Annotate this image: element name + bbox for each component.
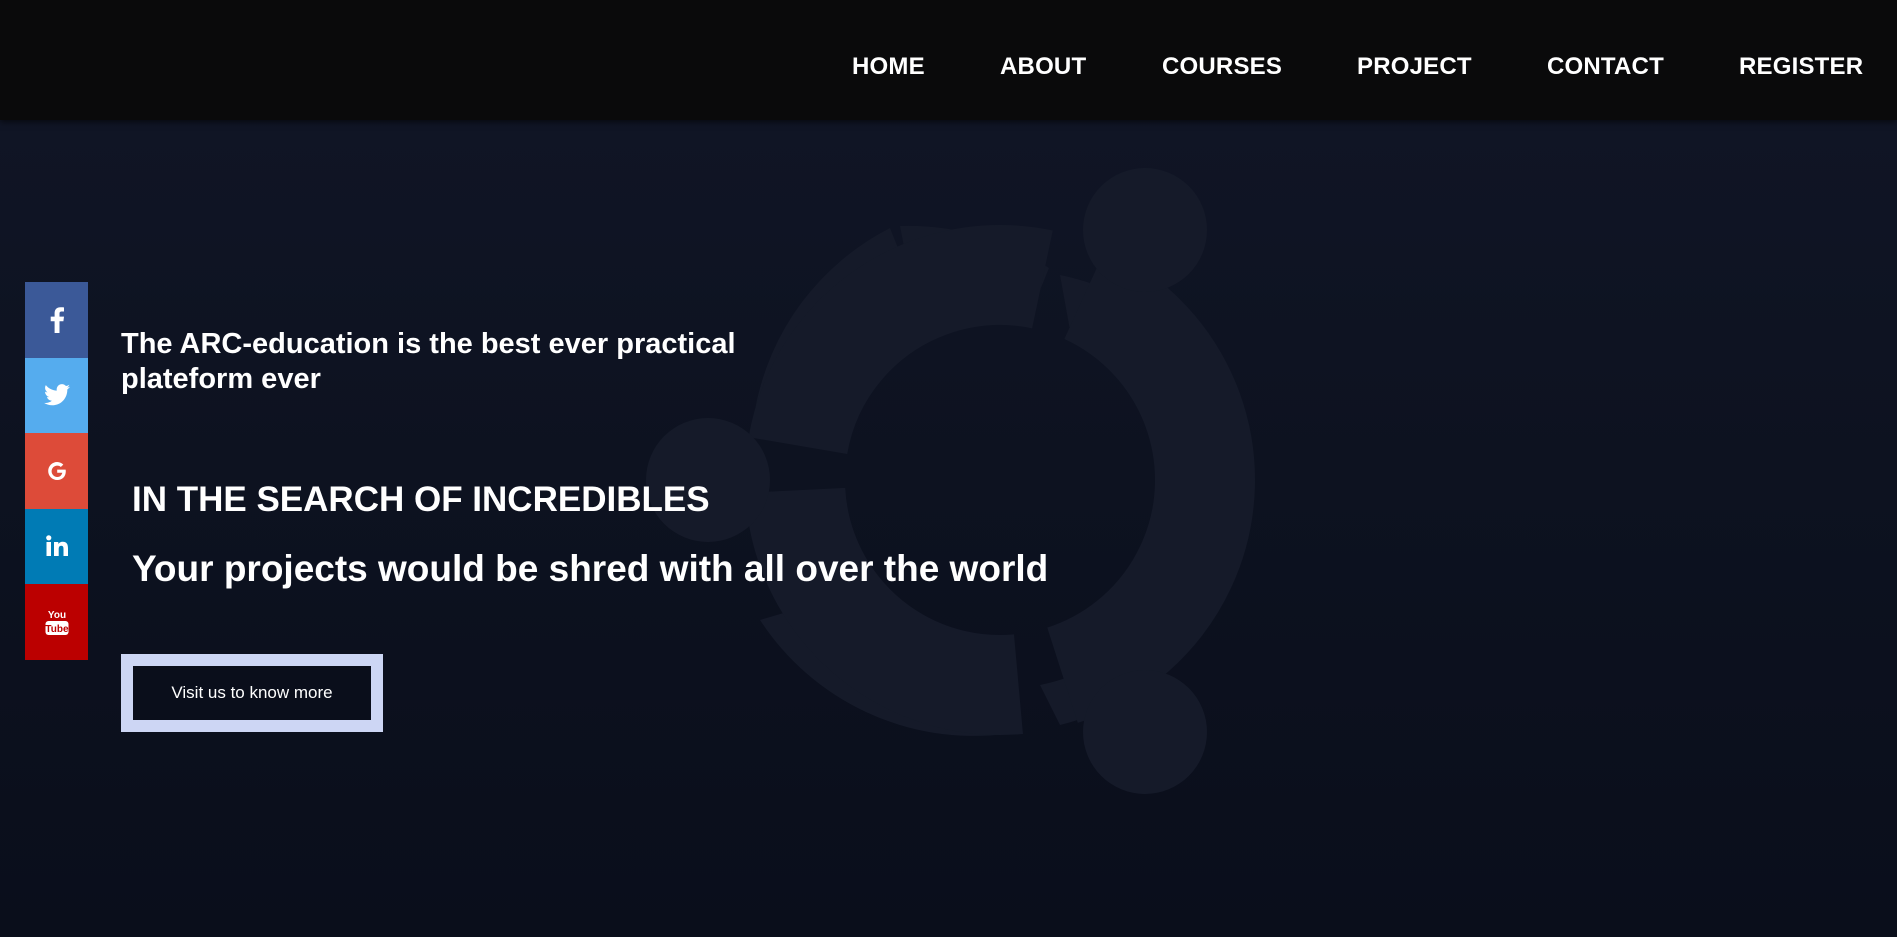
youtube-share-button[interactable]: You Tube xyxy=(25,584,88,660)
twitter-icon xyxy=(43,384,70,406)
twitter-share-button[interactable] xyxy=(25,357,88,433)
visit-us-button[interactable]: Visit us to know more xyxy=(121,654,383,732)
linkedin-share-button[interactable] xyxy=(25,508,88,584)
top-navigation-bar: HOME ABOUT COURSES PROJECT CONTACT REGIS… xyxy=(0,0,1897,120)
hero-headline: IN THE SEARCH OF INCREDIBLES xyxy=(132,480,710,519)
nav-contact-link[interactable]: CONTACT xyxy=(1547,53,1664,81)
nav-courses-link[interactable]: COURSES xyxy=(1162,53,1282,81)
youtube-icon: You Tube xyxy=(45,610,69,635)
visit-us-button-label: Visit us to know more xyxy=(171,683,333,702)
social-share-sidebar: You Tube xyxy=(25,282,88,660)
facebook-icon xyxy=(50,306,64,333)
google-share-button[interactable] xyxy=(25,433,88,509)
nav-home-link[interactable]: HOME xyxy=(852,53,925,81)
hero-subheadline: Your projects would be shred with all ov… xyxy=(132,548,1049,589)
svg-text:Tube: Tube xyxy=(45,624,69,635)
nav-about-link[interactable]: ABOUT xyxy=(1000,53,1086,81)
google-icon xyxy=(47,461,66,480)
svg-text:You: You xyxy=(47,610,65,621)
facebook-share-button[interactable] xyxy=(25,282,88,358)
linkedin-icon xyxy=(45,535,68,557)
hero-tagline: The ARC-education is the best ever pract… xyxy=(121,328,736,395)
nav-register-link[interactable]: REGISTER xyxy=(1739,53,1863,81)
nav-project-link[interactable]: PROJECT xyxy=(1357,53,1472,81)
